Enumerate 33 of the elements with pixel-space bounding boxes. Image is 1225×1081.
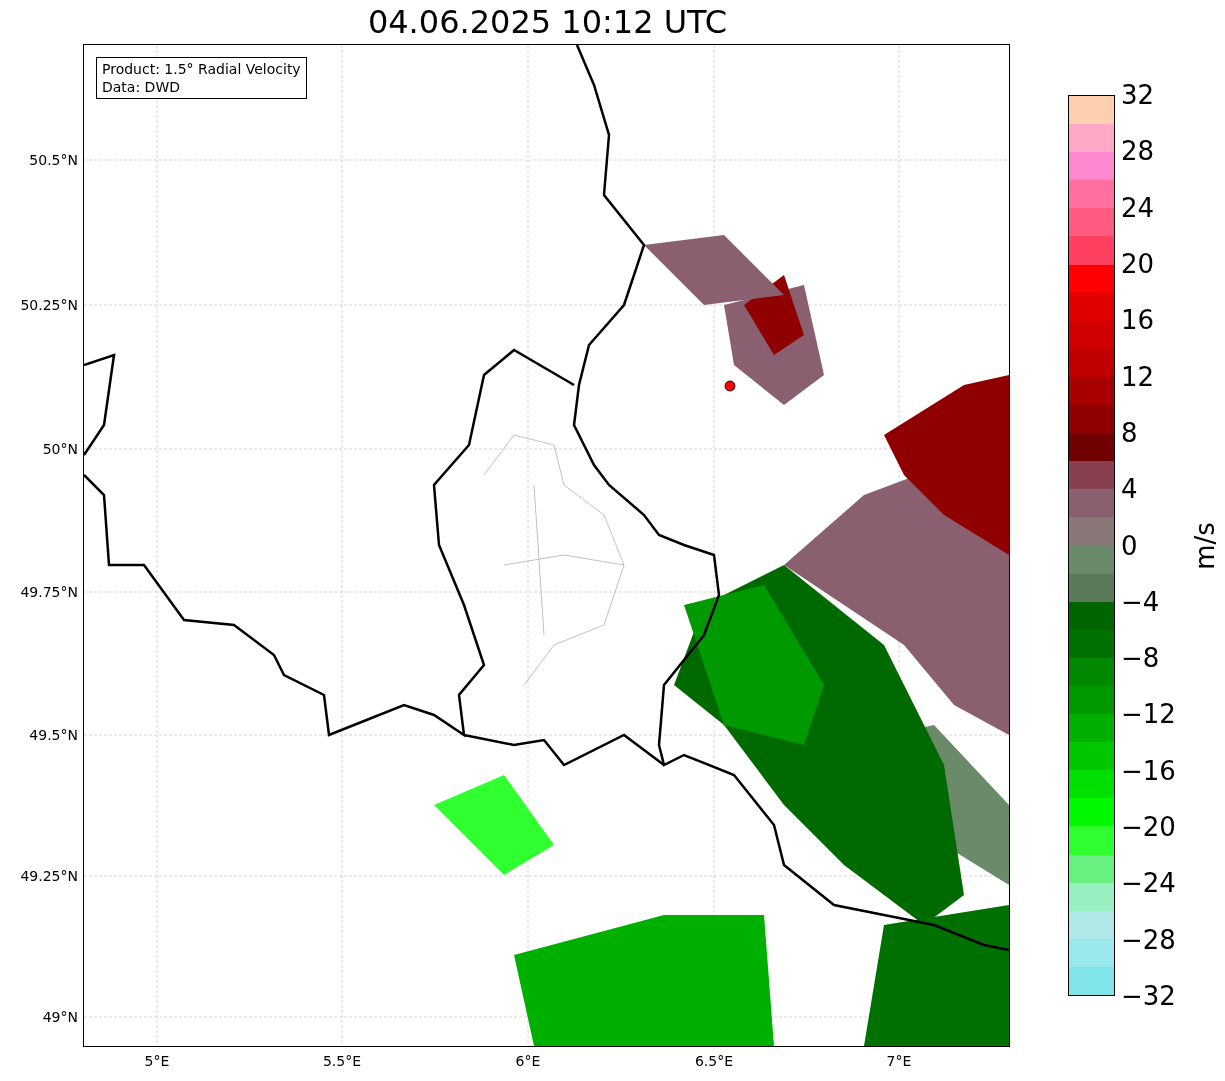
- latitude-label: 49°N: [42, 1009, 78, 1025]
- longitude-label: 6.5°E: [694, 1053, 734, 1069]
- latitude-label: 49.25°N: [20, 868, 78, 884]
- colorbar-tick-label: −8: [1121, 643, 1160, 674]
- colorbar-tick-label: −20: [1121, 812, 1176, 843]
- colorbar-tick-label: −28: [1121, 924, 1176, 955]
- longitude-label: 6°E: [515, 1053, 541, 1069]
- colorbar-tick-label: −16: [1121, 755, 1176, 786]
- colorbar-tick-label: −4: [1121, 586, 1160, 617]
- latitude-label: 50°N: [42, 441, 78, 457]
- legend-text: Data: DWD: [102, 78, 181, 96]
- latitude-label: 50.25°N: [20, 297, 78, 313]
- colorbar-tick-label: −12: [1121, 699, 1176, 730]
- latitude-label: 49.75°N: [20, 584, 78, 600]
- longitude-label: 5°E: [144, 1053, 170, 1069]
- legend-text: Product: 1.5° Radial Velocity: [102, 60, 301, 78]
- colorbar-tick-label: 4: [1121, 474, 1138, 505]
- longitude-label: 5.5°E: [322, 1053, 362, 1069]
- colorbar-tick-label: 12: [1121, 361, 1155, 392]
- colorbar-tick-label: 0: [1121, 530, 1138, 561]
- colorbar-tick-label: 28: [1121, 136, 1155, 167]
- colorbar-tick-label: 16: [1121, 305, 1155, 336]
- longitude-label: 7°E: [886, 1053, 912, 1069]
- colorbar-tick-label: −32: [1121, 981, 1176, 1011]
- colorbar-tick-label: 32: [1121, 80, 1155, 110]
- colorbar-tick-label: 20: [1121, 248, 1155, 279]
- colorbar-tick-label: 8: [1121, 417, 1138, 448]
- colorbar-tick-label: −24: [1121, 868, 1176, 899]
- latitude-label: 50.5°N: [29, 152, 78, 168]
- plot-title: 04.06.2025 10:12 UTC: [367, 2, 728, 43]
- colorbar-axis-label: m/s: [1190, 521, 1220, 570]
- latitude-label: 49.5°N: [29, 727, 78, 743]
- colorbar-tick-label: 24: [1121, 192, 1155, 223]
